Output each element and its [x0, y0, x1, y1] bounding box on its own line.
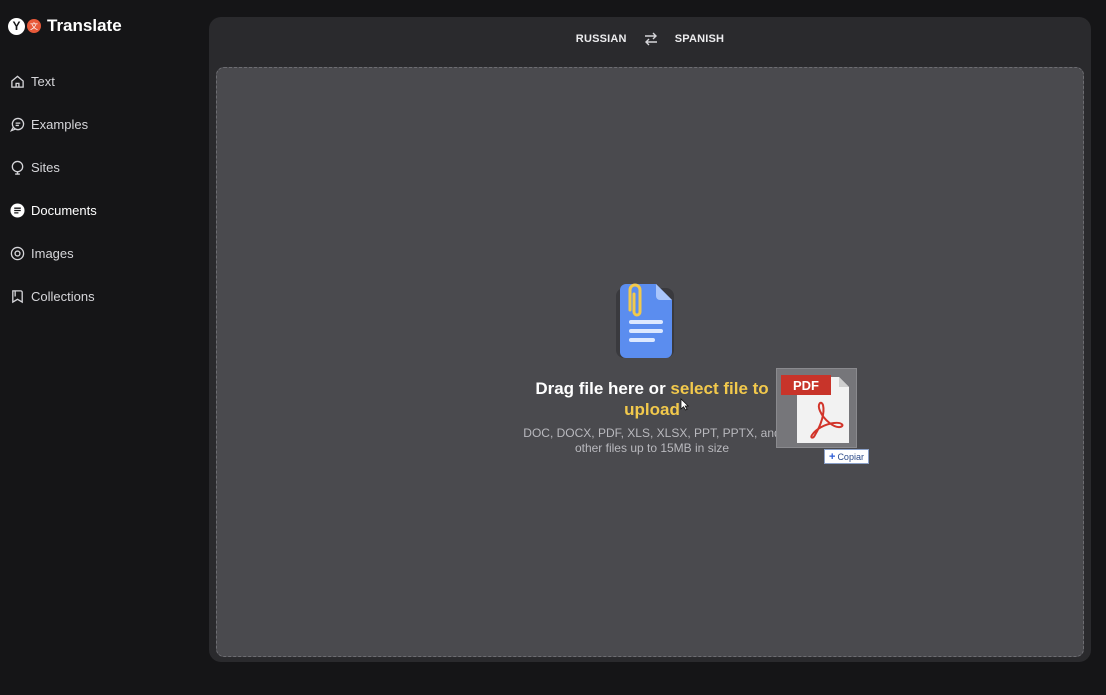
yandex-logo-icon: Y [8, 17, 25, 35]
sidebar-item-label: Images [31, 246, 74, 261]
sidebar-nav: Text Examples Sites Documents Images Col… [0, 60, 200, 318]
document-panel: RUSSIAN SPANISH Drag file here or select… [209, 17, 1091, 662]
target-language-button[interactable]: SPANISH [675, 33, 724, 45]
chat-icon [10, 117, 25, 132]
file-dropzone[interactable]: Drag file here or select file to upload … [216, 67, 1084, 657]
globe-icon [11, 160, 24, 175]
copy-badge-label: Copiar [837, 451, 864, 462]
document-icon [10, 203, 25, 218]
sidebar: Y 文 Translate Text Examples Sites Docume… [0, 0, 200, 695]
pdf-file-label: PDF [793, 378, 819, 393]
brand[interactable]: Y 文 Translate [8, 14, 122, 38]
dropzone-title-text: Drag file here or [535, 379, 671, 398]
sidebar-item-label: Collections [31, 289, 95, 304]
sidebar-item-label: Documents [31, 203, 97, 218]
dropzone-title: Drag file here or select file to upload [517, 378, 787, 420]
copy-badge: + Copiar [824, 449, 869, 464]
camera-icon [10, 246, 25, 261]
pdf-file-icon: PDF [781, 375, 849, 443]
sidebar-item-examples[interactable]: Examples [0, 103, 200, 146]
home-icon [11, 75, 24, 88]
sidebar-item-images[interactable]: Images [0, 232, 200, 275]
sidebar-item-label: Sites [31, 160, 60, 175]
translate-logo-icon: 文 [27, 19, 41, 33]
dragged-pdf-file[interactable]: PDF [776, 368, 857, 448]
sidebar-item-collections[interactable]: Collections [0, 275, 200, 318]
source-language-button[interactable]: RUSSIAN [576, 33, 627, 45]
sidebar-item-label: Examples [31, 117, 89, 132]
sidebar-item-label: Text [31, 74, 55, 89]
bookmark-icon [12, 290, 23, 304]
sidebar-item-documents[interactable]: Documents [0, 189, 200, 232]
dropzone-subtitle: DOC, DOCX, PDF, XLS, XLSX, PPT, PPTX, an… [523, 426, 781, 455]
sidebar-item-text[interactable]: Text [0, 60, 200, 103]
mouse-cursor-icon [680, 398, 689, 411]
plus-icon: + [829, 450, 836, 463]
language-bar: RUSSIAN SPANISH [209, 17, 1091, 61]
document-upload-icon [616, 283, 674, 358]
brand-title: Translate [47, 16, 122, 35]
sidebar-item-sites[interactable]: Sites [0, 146, 200, 189]
swap-languages-icon[interactable] [643, 31, 659, 47]
